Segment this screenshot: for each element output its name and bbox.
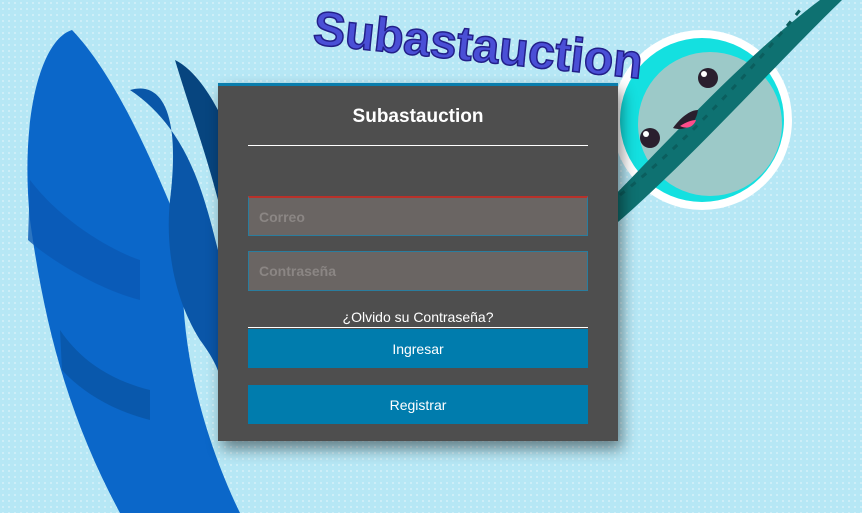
password-field[interactable]	[248, 251, 588, 291]
planet-mascot	[600, 0, 842, 222]
email-field[interactable]	[248, 196, 588, 236]
card-title: Subastauction	[352, 106, 484, 127]
title-divider	[248, 145, 588, 146]
blue-brush-logo	[27, 30, 241, 513]
register-button[interactable]: Registrar	[248, 385, 588, 424]
login-card: Subastauction ¿Olvido su Contraseña? Ing…	[218, 83, 618, 441]
background-logo-text: Subastauction	[311, 2, 645, 89]
login-button[interactable]: Ingresar	[248, 329, 588, 368]
forgot-password-link[interactable]: ¿Olvido su Contraseña?	[248, 307, 588, 328]
